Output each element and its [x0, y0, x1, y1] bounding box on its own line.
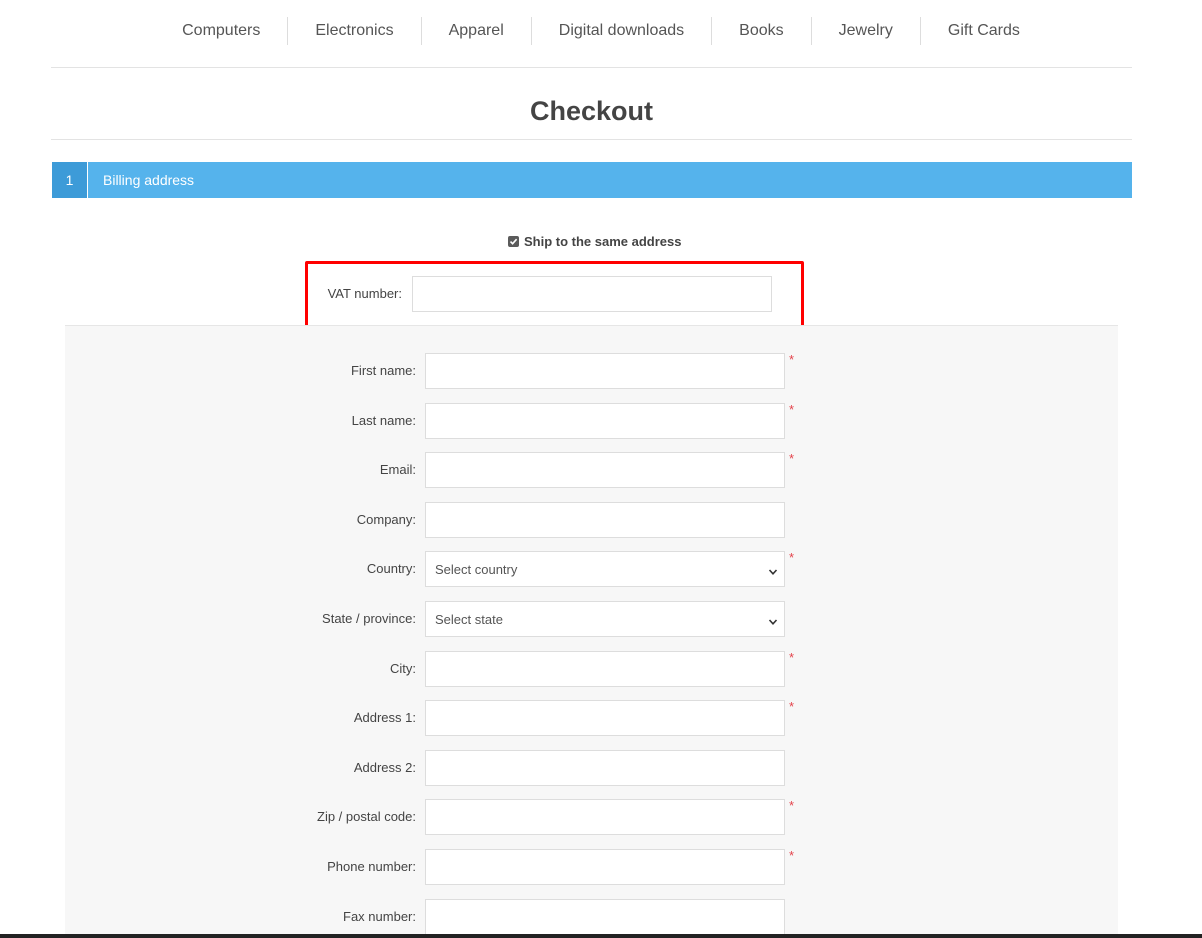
address-2-label: Address 2: — [353, 760, 416, 775]
first-name-input[interactable] — [425, 353, 785, 389]
title-divider — [51, 139, 1132, 140]
nav-item-electronics[interactable]: Electronics — [287, 17, 420, 45]
checkout-page: Computers Electronics Apparel Digital do… — [0, 0, 1202, 938]
address-1-input[interactable] — [425, 700, 785, 736]
first-name-label: First name: — [350, 363, 416, 378]
address-2-input[interactable] — [425, 750, 785, 786]
form-row: Address 1: * — [0, 700, 1202, 736]
country-select[interactable]: Select country — [425, 551, 785, 587]
ship-same-address-checkbox[interactable]: Ship to the same address — [508, 233, 682, 249]
country-label: Country: — [366, 561, 416, 576]
required-marker: * — [789, 650, 795, 665]
chevron-down-icon — [768, 565, 778, 580]
required-marker: * — [789, 402, 795, 417]
form-row: Last name: * — [0, 403, 1202, 439]
form-row: First name: * — [0, 353, 1202, 389]
form-row: Zip / postal code: * — [0, 799, 1202, 835]
form-row: Email: * — [0, 452, 1202, 488]
state-province-selected-value: Select state — [435, 611, 503, 627]
zip-postal-code-input[interactable] — [425, 799, 785, 835]
form-row: State / province: Select state — [0, 601, 1202, 637]
chevron-down-icon — [768, 615, 778, 630]
ship-same-address-label: Ship to the same address — [524, 233, 682, 249]
city-input[interactable] — [425, 651, 785, 687]
address-1-label: Address 1: — [353, 710, 416, 725]
vat-number-input[interactable] — [412, 276, 772, 312]
required-marker: * — [789, 699, 795, 714]
city-label: City: — [390, 661, 416, 676]
nav-item-jewelry[interactable]: Jewelry — [810, 17, 920, 45]
form-row: Phone number: * — [0, 849, 1202, 885]
bottom-edge — [0, 934, 1202, 938]
page-title: Checkout — [529, 96, 654, 126]
state-province-label: State / province: — [322, 611, 416, 626]
nav-item-gift-cards[interactable]: Gift Cards — [919, 17, 1047, 45]
form-row: City: * — [0, 651, 1202, 687]
fax-number-label: Fax number: — [343, 909, 416, 924]
nav-item-apparel[interactable]: Apparel — [420, 17, 531, 45]
form-row: Company: — [0, 502, 1202, 538]
nav-item-books[interactable]: Books — [711, 17, 810, 45]
state-province-select[interactable]: Select state — [425, 601, 785, 637]
zip-postal-code-label: Zip / postal code: — [317, 809, 416, 824]
nav-item-digital-downloads[interactable]: Digital downloads — [530, 17, 711, 45]
vat-number-label: VAT number: — [327, 286, 402, 301]
required-marker: * — [789, 848, 795, 863]
last-name-input[interactable] — [425, 403, 785, 439]
form-row: Fax number: — [0, 899, 1202, 935]
required-marker: * — [789, 550, 795, 565]
nav-item-computers[interactable]: Computers — [155, 17, 287, 45]
required-marker: * — [789, 451, 795, 466]
step-number: 1 — [52, 162, 88, 198]
checkbox-checked-icon[interactable] — [508, 235, 519, 247]
company-label: Company: — [356, 512, 416, 527]
required-marker: * — [789, 352, 795, 367]
phone-number-label: Phone number: — [327, 859, 416, 874]
email-input[interactable] — [425, 452, 785, 488]
phone-number-input[interactable] — [425, 849, 785, 885]
last-name-label: Last name: — [351, 413, 416, 428]
form-row: Address 2: — [0, 750, 1202, 786]
step-title: Billing address — [103, 172, 195, 188]
form-row: Country: Select country * — [0, 551, 1202, 587]
country-selected-value: Select country — [435, 561, 518, 577]
required-marker: * — [789, 798, 795, 813]
top-navigation: Computers Electronics Apparel Digital do… — [0, 14, 1202, 48]
step-billing-address[interactable]: 1 Billing address — [52, 162, 1132, 198]
fax-number-input[interactable] — [425, 899, 785, 935]
company-input[interactable] — [425, 502, 785, 538]
nav-divider — [51, 67, 1132, 68]
email-label: Email: — [379, 462, 416, 477]
